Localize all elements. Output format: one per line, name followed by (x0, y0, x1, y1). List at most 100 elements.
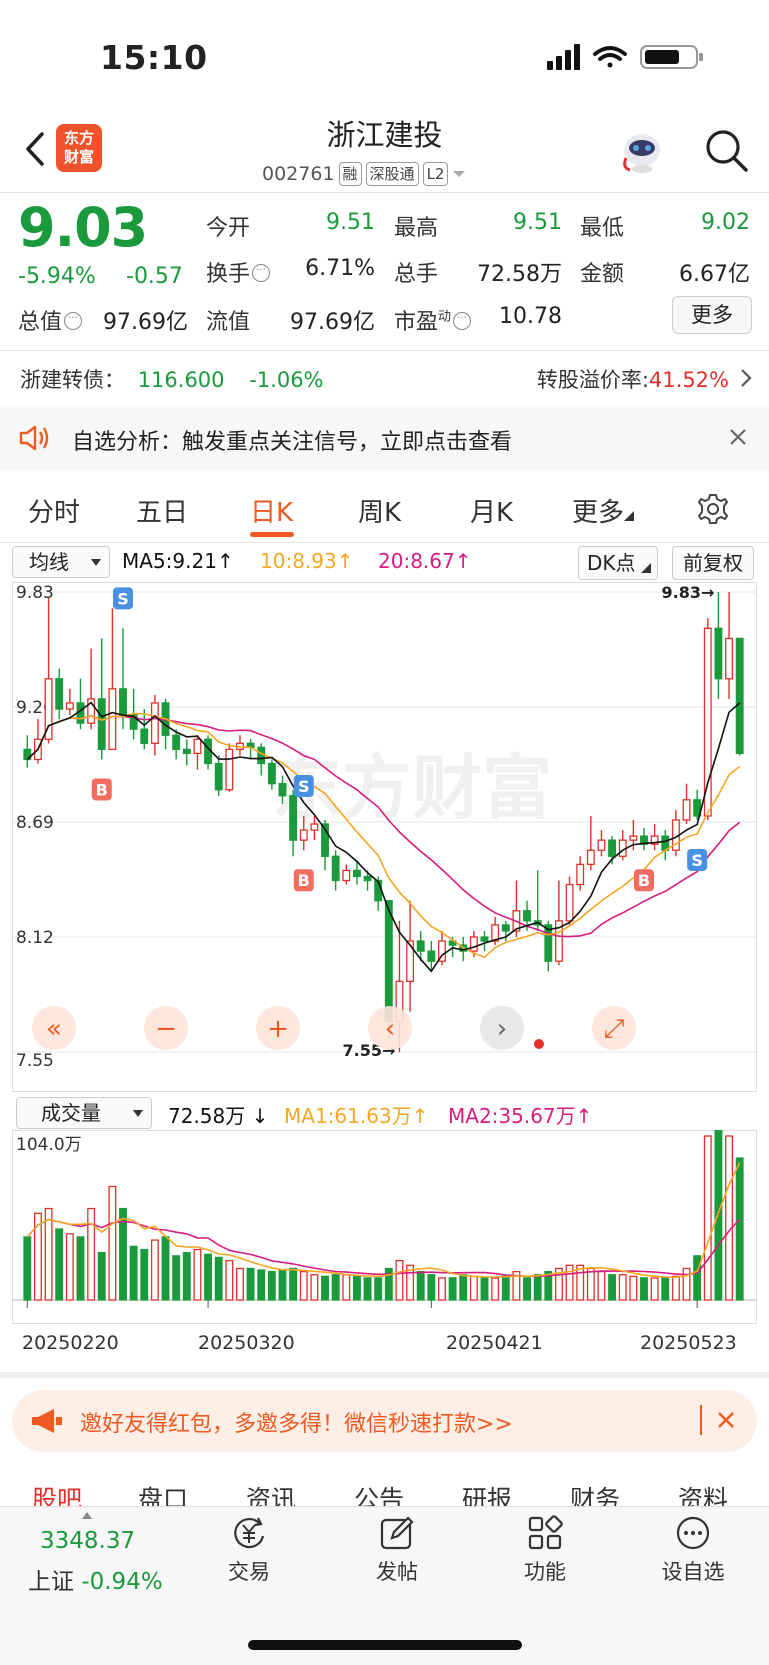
tab-day-k[interactable]: 日K (250, 492, 293, 529)
volume-bar (172, 1255, 181, 1301)
home-indicator[interactable] (248, 1640, 522, 1650)
label-turnover[interactable]: 换手 ··· (206, 256, 271, 288)
volume-bar (459, 1274, 468, 1301)
chart-zoom-in-button[interactable]: + (256, 1006, 300, 1050)
buy-marker-label: B (638, 871, 650, 890)
volume-bar (289, 1267, 298, 1301)
index-value[interactable]: 3348.37 (40, 1528, 135, 1554)
tag-margin: 融 (338, 162, 362, 186)
nav-post[interactable]: 发帖 (352, 1514, 442, 1586)
nav-add-watchlist[interactable]: 设自选 (648, 1514, 738, 1586)
volume-bar (44, 1207, 53, 1301)
volume-bar (150, 1239, 159, 1301)
candle-body (119, 688, 127, 716)
volume-bar (193, 1248, 202, 1301)
volume-bar (23, 1236, 32, 1301)
volume-indicator-select[interactable]: 成交量 (16, 1097, 152, 1129)
sell-marker: S (687, 848, 708, 871)
volume-bar (693, 1255, 702, 1301)
corner-caret-icon (641, 563, 651, 573)
signal-icon (547, 44, 580, 70)
volume-bar (608, 1274, 617, 1301)
volume-bar (469, 1275, 478, 1301)
chart-fullscreen-button[interactable]: ⤢ (592, 1006, 636, 1050)
invite-text[interactable]: 邀好友得红包，多邀多得！微信秒速打款>> (80, 1406, 513, 1438)
grid-icon (528, 1515, 563, 1550)
volume-bar (703, 1135, 712, 1301)
chevron-right-icon[interactable] (739, 366, 753, 390)
volume-max-label: 104.0万 (16, 1135, 82, 1155)
label-market-cap[interactable]: 总值 ··· (18, 304, 83, 336)
dk-point-button[interactable]: DK点 (578, 546, 658, 580)
volume-bar (650, 1277, 659, 1301)
change-percent: -5.94% (18, 264, 96, 289)
nav-functions-label: 功能 (524, 1560, 566, 1584)
index-name[interactable]: 上证 -0.94% (28, 1562, 163, 1596)
tag-level2: L2 (422, 162, 449, 186)
tab-week-k[interactable]: 周K (358, 492, 401, 529)
volume-bar (246, 1267, 255, 1301)
label-high: 最高 (394, 216, 439, 241)
candlestick-chart[interactable]: 9.839.268.698.127.55东方财富BSBSBS9.83→7.55→… (12, 582, 757, 1092)
convertible-bond-row[interactable]: 浙建转债： 116.600 -1.06% (20, 364, 324, 394)
control-glyph: › (497, 1014, 507, 1044)
tab-month-k[interactable]: 月K (470, 492, 513, 529)
info-icon[interactable]: ··· (453, 311, 472, 330)
nav-trade-label: 交易 (228, 1560, 270, 1584)
gear-icon[interactable] (696, 492, 730, 526)
volume-ma2: MA2:35.67万↑ (448, 1104, 593, 1128)
close-icon[interactable] (727, 426, 749, 448)
more-button[interactable]: 更多 (672, 296, 752, 334)
candle-body (629, 835, 638, 841)
chart-scroll-left-button[interactable]: « (32, 1006, 76, 1050)
volume-bar (65, 1233, 74, 1301)
invite-separator (700, 1405, 702, 1435)
volume-bar (501, 1275, 510, 1301)
close-icon[interactable] (716, 1410, 736, 1430)
robot-assistant-icon[interactable] (618, 128, 666, 174)
last-price: 9.03 (18, 196, 148, 259)
volume-bar (374, 1277, 383, 1301)
chart-zoom-out-button[interactable]: − (144, 1006, 188, 1050)
x-label: 20250421 (446, 1332, 543, 1354)
volume-bar (204, 1253, 213, 1301)
chart-next-button[interactable]: › (480, 1006, 524, 1050)
candle-body (352, 869, 361, 878)
search-icon (706, 130, 748, 172)
edit-icon (380, 1516, 414, 1550)
info-icon[interactable]: ··· (64, 311, 83, 330)
tab-intraday[interactable]: 分时 (28, 492, 80, 529)
info-icon[interactable]: ··· (252, 263, 271, 282)
alert-text[interactable]: 自选分析：触发重点关注信号，立即点击查看 (72, 424, 512, 456)
tab-more[interactable]: 更多 (572, 492, 635, 529)
status-icons (547, 44, 703, 70)
expand-arrow-icon[interactable] (82, 1512, 92, 1519)
search-button[interactable] (702, 126, 750, 174)
candle-body (682, 799, 691, 821)
value-open: 9.51 (326, 210, 375, 235)
sell-marker-label: S (298, 777, 310, 796)
volume-bar (299, 1270, 308, 1301)
label-pe[interactable]: 市盈动 ··· (394, 304, 472, 336)
chart-prev-button[interactable]: ‹ (368, 1006, 412, 1050)
status-time: 15:10 (100, 38, 208, 77)
nav-trade[interactable]: 交易 (204, 1514, 294, 1586)
y-tick-label: 8.69 (16, 813, 54, 833)
candle-body (703, 627, 712, 817)
candle-body (108, 688, 117, 751)
tag-connect: 深股通 (365, 162, 419, 186)
indicator-select[interactable]: 均线 (12, 546, 110, 578)
price-adjust-button[interactable]: 前复权 (672, 546, 754, 580)
label-low: 最低 (580, 216, 625, 241)
tab-five-day[interactable]: 五日 (136, 492, 188, 529)
tab-active-indicator (250, 532, 294, 537)
stock-subline[interactable]: 002761 融 深股通 L2 (262, 160, 466, 188)
volume-value: 72.58万 ↓ (168, 1104, 269, 1128)
candle-body (384, 900, 393, 1023)
bond-premium[interactable]: 转股溢价率:41.52% (537, 364, 729, 394)
value-low: 9.02 (701, 210, 750, 235)
volume-chart[interactable]: 104.0万 (12, 1130, 757, 1324)
candle-body (416, 940, 425, 952)
nav-functions[interactable]: 功能 (500, 1514, 590, 1586)
volume-bar (427, 1274, 436, 1301)
